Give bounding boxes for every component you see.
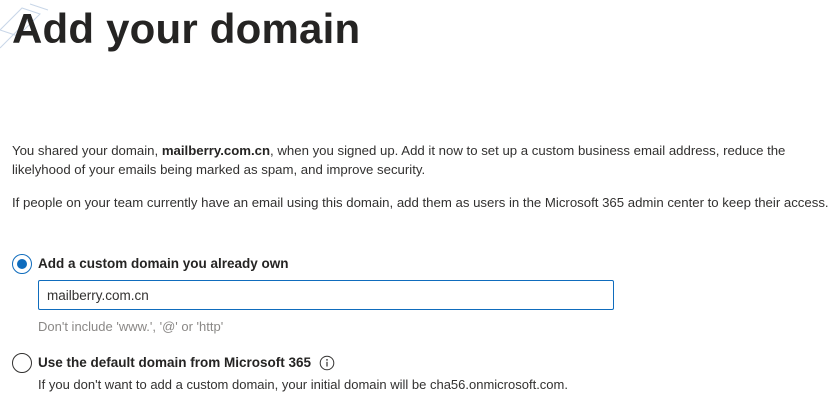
intro-text: You shared your domain, mailberry.com.cn… (12, 141, 830, 179)
default-domain-description: If you don't want to add a custom domain… (38, 377, 568, 392)
default-domain-radio[interactable] (12, 353, 32, 373)
domain-input-hint: Don't include 'www.', '@' or 'http' (38, 319, 224, 334)
custom-domain-radio[interactable] (12, 254, 32, 274)
custom-domain-label[interactable]: Add a custom domain you already own (38, 254, 289, 274)
team-note-text: If people on your team currently have an… (12, 195, 829, 210)
shared-domain-name: mailberry.com.cn (161, 143, 271, 158)
info-icon[interactable] (319, 355, 335, 371)
page-title: Add your domain (12, 5, 361, 52)
intro-text-before: You shared your domain, (12, 143, 162, 158)
default-domain-label[interactable]: Use the default domain from Microsoft 36… (38, 353, 311, 373)
add-domain-page: Add your domain You shared your domain, … (0, 0, 833, 414)
domain-input[interactable] (38, 280, 614, 310)
